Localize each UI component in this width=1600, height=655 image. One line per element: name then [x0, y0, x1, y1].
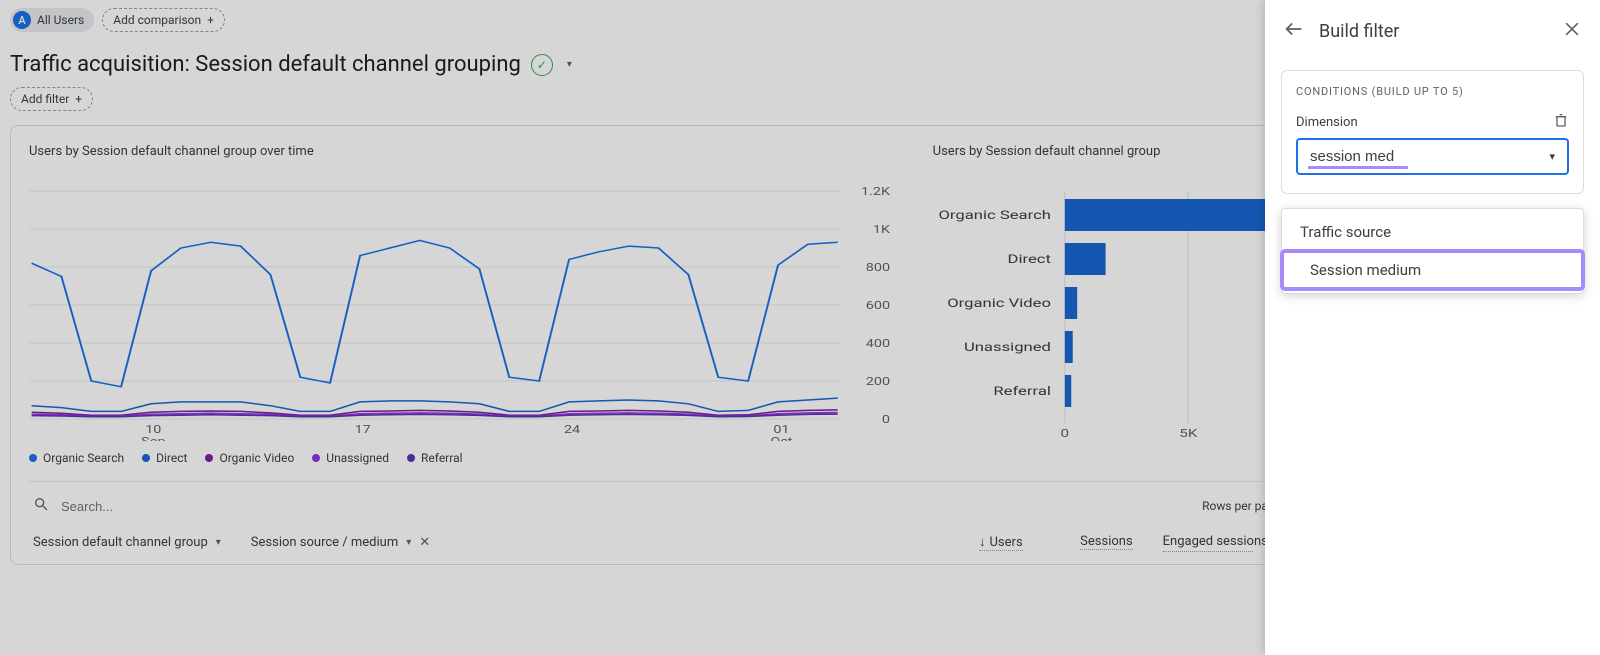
svg-text:Referral: Referral [993, 384, 1051, 398]
metric-header-users[interactable]: ↓Users [943, 534, 1023, 552]
dimension-input[interactable] [1310, 148, 1549, 165]
svg-text:Organic Video: Organic Video [947, 296, 1051, 310]
back-arrow-icon[interactable] [1283, 18, 1305, 44]
svg-text:Sep: Sep [141, 436, 165, 441]
metric-header-engaged-sessions[interactable]: Engaged sessions [1163, 534, 1253, 552]
svg-text:5K: 5K [1179, 428, 1198, 440]
svg-text:Direct: Direct [1007, 252, 1051, 266]
remove-secondary-dimension-icon[interactable]: ✕ [419, 535, 430, 550]
line-chart-title: Users by Session default channel group o… [29, 144, 893, 159]
svg-text:0: 0 [882, 414, 890, 427]
add-filter-button[interactable]: Add filter + [10, 87, 93, 111]
svg-text:24: 24 [564, 424, 580, 437]
line-chart[interactable]: 1.2K 1K 800 600 400 200 0 10 Sep 17 24 0… [29, 171, 893, 441]
line-chart-legend: Organic Search Direct Organic Video Unas… [29, 441, 893, 469]
build-filter-panel: Build filter Conditions (build up to 5) … [1265, 0, 1600, 655]
page-title: Traffic acquisition: Session default cha… [10, 52, 521, 77]
svg-text:0: 0 [1060, 428, 1069, 440]
audience-pill-all-users[interactable]: A All Users [10, 8, 94, 32]
primary-dimension-select[interactable]: Session default channel group▾ [33, 535, 221, 550]
svg-text:400: 400 [866, 338, 890, 351]
check-icon[interactable]: ✓ [531, 54, 553, 76]
svg-text:17: 17 [355, 424, 371, 437]
dimension-combobox[interactable]: ▾ [1296, 138, 1569, 175]
add-filter-label: Add filter [21, 92, 69, 106]
audience-label: All Users [37, 13, 84, 27]
search-icon [33, 496, 49, 516]
add-comparison-button[interactable]: Add comparison + [102, 8, 225, 32]
highlight-underline [1308, 166, 1408, 169]
panel-title: Build filter [1319, 21, 1548, 42]
svg-text:600: 600 [866, 300, 890, 313]
dropdown-group-traffic-source: Traffic source [1282, 213, 1583, 251]
title-dropdown-caret[interactable]: ▾ [563, 55, 576, 74]
svg-text:200: 200 [866, 376, 890, 389]
svg-text:1K: 1K [873, 224, 891, 237]
add-comparison-label: Add comparison [113, 13, 201, 27]
audience-badge: A [13, 11, 31, 29]
dimension-dropdown: Traffic source Session medium [1281, 208, 1584, 294]
delete-condition-icon[interactable] [1553, 112, 1569, 132]
svg-text:Organic Search: Organic Search [938, 208, 1051, 222]
svg-text:800: 800 [866, 262, 890, 275]
svg-text:01: 01 [773, 424, 789, 437]
plus-icon: + [75, 92, 82, 106]
svg-text:1.2K: 1.2K [861, 186, 891, 199]
svg-text:Oct: Oct [770, 436, 792, 441]
svg-text:10: 10 [145, 424, 161, 437]
dropdown-item-session-medium[interactable]: Session medium [1282, 251, 1583, 289]
metric-header-sessions[interactable]: Sessions [1053, 534, 1133, 552]
secondary-dimension-select[interactable]: Session source / medium▾ ✕ [251, 535, 430, 550]
chevron-down-icon: ▾ [1549, 150, 1555, 163]
dimension-label: Dimension [1296, 115, 1358, 130]
close-icon[interactable] [1562, 19, 1582, 43]
svg-text:Unassigned: Unassigned [964, 340, 1051, 354]
search-input[interactable] [61, 499, 261, 514]
plus-icon: + [207, 13, 214, 27]
conditions-label: Conditions (build up to 5) [1296, 85, 1569, 98]
